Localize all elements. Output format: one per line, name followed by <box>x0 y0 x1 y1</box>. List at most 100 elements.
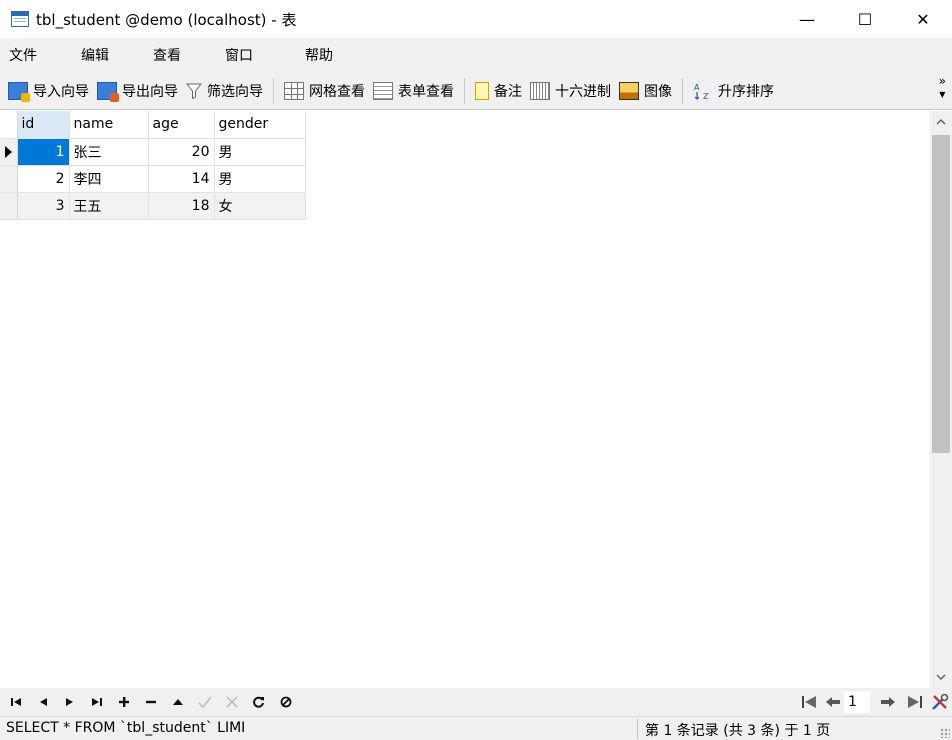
cell-name[interactable]: 张三 <box>69 138 149 166</box>
page-navigation: 1 <box>795 688 952 716</box>
memo-icon <box>475 81 489 100</box>
column-header-id[interactable]: id <box>17 111 70 139</box>
table-row[interactable]: 3 王五 18 女 <box>0 192 306 220</box>
menu-bar: 文件 编辑 查看 窗口 帮助 <box>0 38 952 72</box>
table-row[interactable]: 1 张三 20 男 <box>0 138 306 166</box>
confirm-check-icon[interactable] <box>191 690 218 714</box>
hex-label: 十六进制 <box>555 83 611 100</box>
cell-name[interactable]: 李四 <box>69 165 149 193</box>
previous-record-icon[interactable] <box>29 690 56 714</box>
table-row[interactable]: 2 李四 14 男 <box>0 165 306 193</box>
delete-record-icon[interactable] <box>137 690 164 714</box>
close-button[interactable]: ✕ <box>894 0 952 38</box>
row-indicator[interactable] <box>0 192 18 220</box>
page-number-input[interactable]: 1 <box>844 691 870 713</box>
title-bar: tbl_student @demo (localhost) - 表 — ☐ ✕ <box>0 0 952 38</box>
import-wizard-button[interactable]: 导入向导 <box>4 76 93 106</box>
toolbar: 导入向导 导出向导 筛选向导 网格查看 表单查看 备注 十六进制 图像 AZ 升… <box>0 72 952 110</box>
cell-gender[interactable]: 男 <box>214 138 306 166</box>
memo-button[interactable]: 备注 <box>471 76 526 106</box>
minimize-button[interactable]: — <box>778 0 836 38</box>
window-title: tbl_student @demo (localhost) - 表 <box>36 10 297 29</box>
sort-ascending-button[interactable]: AZ 升序排序 <box>689 76 778 106</box>
scroll-up-icon[interactable] <box>930 111 952 133</box>
form-view-button[interactable]: 表单查看 <box>369 76 458 106</box>
filter-wizard-label: 筛选向导 <box>207 83 263 100</box>
maximize-button[interactable]: ☐ <box>836 0 894 38</box>
cell-id[interactable]: 1 <box>17 138 70 166</box>
column-header-age[interactable]: age <box>148 111 215 139</box>
stop-icon[interactable] <box>272 690 299 714</box>
export-wizard-button[interactable]: 导出向导 <box>93 76 182 106</box>
export-wizard-label: 导出向导 <box>122 83 178 100</box>
cancel-edit-icon[interactable] <box>218 690 245 714</box>
toolbar-overflow-button[interactable]: » ▼ <box>939 74 946 102</box>
memo-label: 备注 <box>494 83 522 100</box>
import-icon <box>8 81 30 102</box>
column-header-gender[interactable]: gender <box>214 111 306 139</box>
menu-window[interactable]: 窗口 <box>216 45 262 65</box>
dropdown-arrow-icon: ▼ <box>939 90 946 99</box>
last-page-icon[interactable] <box>901 690 928 714</box>
table-icon <box>11 11 29 27</box>
image-label: 图像 <box>644 83 672 100</box>
cell-gender[interactable]: 男 <box>214 165 306 193</box>
menu-edit[interactable]: 编辑 <box>72 45 118 65</box>
last-record-icon[interactable] <box>83 690 110 714</box>
image-icon <box>619 81 639 100</box>
toolbar-separator <box>682 77 683 104</box>
status-divider <box>637 719 638 739</box>
resize-grip-icon[interactable] <box>940 728 950 738</box>
status-sql-query: SELECT * FROM `tbl_student` LIMI <box>6 720 246 736</box>
chevron-double-right-icon: » <box>938 74 946 88</box>
cell-age[interactable]: 14 <box>148 165 215 193</box>
scrollbar-thumb[interactable] <box>932 135 950 453</box>
image-button[interactable]: 图像 <box>615 76 676 106</box>
menu-file[interactable]: 文件 <box>0 45 46 65</box>
toolbar-separator <box>273 77 274 104</box>
svg-text:Z: Z <box>703 92 709 100</box>
first-page-icon[interactable] <box>795 690 822 714</box>
previous-page-icon[interactable] <box>822 690 844 714</box>
sort-ascending-label: 升序排序 <box>718 83 774 100</box>
menu-help[interactable]: 帮助 <box>296 45 342 65</box>
cell-id[interactable]: 3 <box>17 192 70 220</box>
current-row-arrow-icon <box>5 145 12 158</box>
toolbar-separator <box>464 77 465 104</box>
form-view-label: 表单查看 <box>398 83 454 100</box>
cell-id[interactable]: 2 <box>17 165 70 193</box>
form-icon <box>373 81 393 100</box>
grid-icon <box>284 81 304 100</box>
settings-tools-icon[interactable] <box>928 690 952 714</box>
filter-wizard-button[interactable]: 筛选向导 <box>182 76 267 106</box>
record-navigation-bar: 1 <box>0 688 952 716</box>
grid-view-button[interactable]: 网格查看 <box>280 76 369 106</box>
cell-age[interactable]: 20 <box>148 138 215 166</box>
data-grid[interactable]: id name age gender 1 张三 20 男 2 李四 14 男 3… <box>0 111 930 688</box>
apply-edit-icon[interactable] <box>164 690 191 714</box>
first-record-icon[interactable] <box>2 690 29 714</box>
grid-view-label: 网格查看 <box>309 83 365 100</box>
import-wizard-label: 导入向导 <box>33 83 89 100</box>
add-record-icon[interactable] <box>110 690 137 714</box>
export-icon <box>97 81 119 102</box>
next-page-icon[interactable] <box>874 690 901 714</box>
next-record-icon[interactable] <box>56 690 83 714</box>
status-record-info: 第 1 条记录 (共 3 条) 于 1 页 <box>645 723 831 739</box>
hex-button[interactable]: 十六进制 <box>526 76 615 106</box>
menu-view[interactable]: 查看 <box>144 45 190 65</box>
scroll-down-icon[interactable] <box>930 666 952 688</box>
row-header-corner <box>0 111 18 139</box>
hex-icon <box>530 81 550 100</box>
cell-age[interactable]: 18 <box>148 192 215 220</box>
filter-icon <box>185 82 203 100</box>
header-row: id name age gender <box>0 111 306 139</box>
window-controls: — ☐ ✕ <box>778 0 952 38</box>
row-indicator[interactable] <box>0 138 18 166</box>
vertical-scrollbar[interactable] <box>930 111 952 688</box>
cell-name[interactable]: 王五 <box>69 192 149 220</box>
row-indicator[interactable] <box>0 165 18 193</box>
refresh-icon[interactable] <box>245 690 272 714</box>
column-header-name[interactable]: name <box>69 111 149 139</box>
cell-gender[interactable]: 女 <box>214 192 306 220</box>
